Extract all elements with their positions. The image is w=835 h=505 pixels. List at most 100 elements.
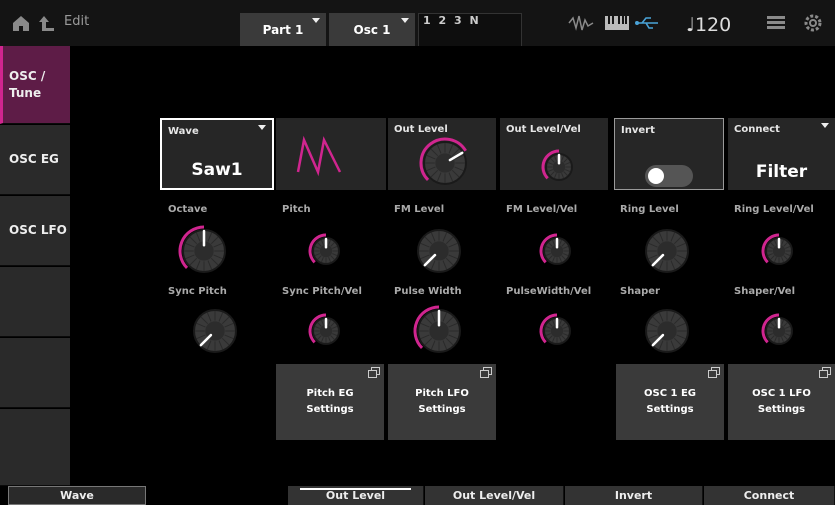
osc-selector-label: Osc 1	[353, 23, 391, 37]
knob-graphic	[645, 229, 689, 273]
shaper-knob[interactable]	[640, 304, 694, 358]
sidebar-item-osc-eg[interactable]: OSC EG	[0, 125, 70, 195]
osc1-eg-settings-button[interactable]: OSC 1 EG Settings	[616, 364, 724, 440]
ring-level-knob[interactable]	[640, 224, 694, 278]
pulse-width-knob[interactable]	[412, 304, 466, 358]
sidebar-item-empty-6	[0, 409, 70, 486]
pitch-lfo-settings-line2: Settings	[418, 404, 466, 415]
invert-label: Invert	[621, 125, 655, 136]
part-selector[interactable]: Part 1	[240, 13, 326, 47]
sync-pitch-vel-knob[interactable]	[307, 312, 345, 350]
out-level-vel-knob[interactable]	[540, 148, 578, 186]
fm-level-vel-label: FM Level/Vel	[506, 204, 578, 215]
knob-graphic	[761, 233, 793, 265]
sidebar-item-empty-4	[0, 267, 70, 337]
osc1-lfo-settings-button[interactable]: OSC 1 LFO Settings	[728, 364, 835, 440]
home-icon[interactable]	[10, 12, 32, 34]
sync-pitch-vel-label: Sync Pitch/Vel	[282, 286, 362, 297]
pitch-knob[interactable]	[307, 232, 345, 270]
invert-toggle[interactable]	[645, 165, 693, 187]
page-title: Edit	[64, 14, 90, 29]
knob-graphic	[761, 313, 793, 345]
bottom-tab-bar: Wave Out Level Out Level/Vel Invert Conn…	[0, 486, 835, 505]
knob-graphic	[308, 233, 340, 265]
pitch-lfo-settings-line1: Pitch LFO	[415, 388, 469, 399]
wave-value: Saw1	[191, 160, 243, 180]
pulse-width-label: Pulse Width	[394, 286, 462, 297]
tab-invert[interactable]: Invert	[565, 486, 703, 505]
pulse-width-vel-label: PulseWidth/Vel	[506, 286, 592, 297]
grid-icon[interactable]	[766, 14, 788, 36]
usb-icon	[634, 14, 660, 36]
connect-value: Filter	[755, 162, 808, 182]
shaper-vel-label: Shaper/Vel	[734, 286, 795, 297]
fm-level-vel-knob[interactable]	[538, 232, 576, 270]
pitch-eg-settings-button[interactable]: Pitch EG Settings	[276, 364, 384, 440]
shaper-label: Shaper	[620, 286, 660, 297]
knob-graphic	[539, 233, 571, 265]
pitch-lfo-settings-button[interactable]: Pitch LFO Settings	[388, 364, 496, 440]
open-window-icon	[368, 367, 380, 378]
out-level-cell[interactable]: Out Level	[388, 118, 496, 190]
tab-out-level-vel[interactable]: Out Level/Vel	[425, 486, 564, 505]
knob-graphic	[308, 313, 340, 345]
connect-label: Connect	[734, 124, 780, 135]
open-window-icon	[819, 367, 831, 378]
connect-selector[interactable]: Connect Filter	[728, 118, 835, 190]
osc1-eg-settings-line2: Settings	[646, 404, 694, 415]
out-level-knob[interactable]	[418, 136, 472, 190]
ring-level-vel-knob[interactable]	[760, 232, 798, 270]
shaper-vel-knob[interactable]	[760, 312, 798, 350]
open-window-icon	[708, 367, 720, 378]
knob-graphic	[417, 229, 461, 273]
out-level-vel-cell[interactable]: Out Level/Vel	[500, 118, 608, 190]
knob-graphic	[413, 305, 461, 353]
open-window-icon	[480, 367, 492, 378]
chevron-down-icon	[312, 18, 320, 23]
waveform-preview	[276, 118, 386, 190]
note-info-display: 1 2 3 N	[418, 13, 522, 47]
osc-selector[interactable]: Osc 1	[329, 13, 415, 47]
wave-selector[interactable]: Wave Saw1	[160, 118, 274, 190]
knob-graphic	[541, 149, 573, 181]
tab-connect[interactable]: Connect	[704, 486, 835, 505]
back-arrow-icon[interactable]	[36, 12, 58, 34]
tab-wave[interactable]: Wave	[8, 486, 146, 505]
sync-pitch-label: Sync Pitch	[168, 286, 227, 297]
knob-graphic	[645, 309, 689, 353]
chevron-down-icon	[821, 123, 829, 128]
main-panel: Wave Saw1 Out Level Out Level/Vel Invert…	[70, 46, 835, 486]
pitch-eg-settings-line2: Settings	[306, 404, 354, 415]
sawtooth-wave-icon	[296, 135, 342, 177]
gear-icon[interactable]	[803, 13, 825, 35]
tempo-display[interactable]: ♩120	[686, 14, 731, 36]
octave-knob[interactable]	[177, 224, 231, 278]
out-level-vel-label: Out Level/Vel	[506, 124, 581, 135]
octave-label: Octave	[168, 204, 208, 215]
pitch-label: Pitch	[282, 204, 311, 215]
invert-cell[interactable]: Invert	[614, 118, 724, 190]
knob-graphic	[178, 225, 226, 273]
pulse-width-vel-knob[interactable]	[538, 312, 576, 350]
sidebar-item-osc-tune[interactable]: OSC / Tune	[0, 46, 70, 124]
keyboard-icon	[604, 14, 630, 36]
sidebar-item-empty-5	[0, 338, 70, 408]
osc1-eg-settings-line1: OSC 1 EG	[643, 388, 696, 399]
osc1-lfo-settings-line1: OSC 1 LFO	[752, 388, 811, 399]
audio-wave-icon	[568, 14, 594, 36]
top-bar: Edit Part 1 Osc 1 1 2 3 N ♩120	[0, 0, 835, 47]
osc1-lfo-settings-line2: Settings	[757, 404, 806, 415]
sync-pitch-knob[interactable]	[188, 304, 242, 358]
knob-graphic	[419, 137, 467, 185]
fm-level-knob[interactable]	[412, 224, 466, 278]
ring-level-vel-label: Ring Level/Vel	[734, 204, 814, 215]
knob-graphic	[539, 313, 571, 345]
pitch-eg-settings-line1: Pitch EG	[306, 388, 354, 399]
wave-label: Wave	[168, 126, 199, 137]
part-selector-label: Part 1	[262, 23, 304, 37]
out-level-label: Out Level	[394, 124, 448, 135]
knob-graphic	[193, 309, 237, 353]
chevron-down-icon	[258, 125, 266, 130]
tab-out-level[interactable]: Out Level	[288, 486, 424, 505]
sidebar-item-osc-lfo[interactable]: OSC LFO	[0, 196, 70, 266]
